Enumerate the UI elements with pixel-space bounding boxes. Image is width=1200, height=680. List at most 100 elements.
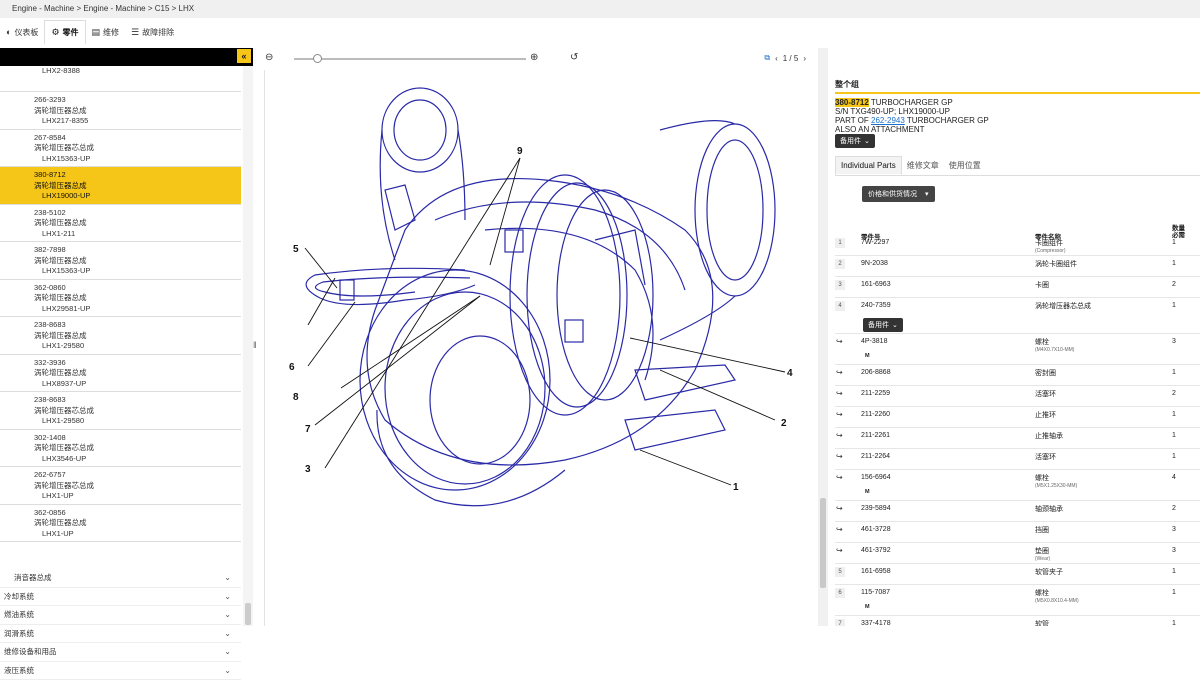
table-row[interactable]: ↪239-5894轴颈轴承2 <box>835 501 1200 522</box>
callout-4[interactable]: 4 <box>787 368 793 379</box>
row-part-number[interactable]: 4P-3818 <box>861 338 887 345</box>
table-row[interactable]: 29N-2038涡轮卡圈组件1 <box>835 256 1200 277</box>
next-page-icon[interactable]: › <box>803 54 806 63</box>
list-item[interactable]: 332-3936 涡轮增压器总成 LHX8937-UP <box>0 355 241 393</box>
sub-item-arrow-icon: ↪ <box>836 337 843 346</box>
prev-page-icon[interactable]: ‹ <box>775 54 778 63</box>
chevron-down-icon: ⌄ <box>224 629 231 638</box>
list-item-pn: 362-0860 <box>34 283 241 294</box>
table-row[interactable]: ↪211-2264活塞环1 <box>835 449 1200 470</box>
list-item-pn: 262-6757 <box>34 470 241 481</box>
row-part-number[interactable]: 156-6964 <box>861 474 891 481</box>
zoom-slider-thumb[interactable] <box>313 54 322 63</box>
system-group[interactable]: 冷却系统⌄ <box>0 588 241 607</box>
detail-tab-0[interactable]: Individual Parts <box>835 156 902 175</box>
callout-9[interactable]: 9 <box>517 146 523 157</box>
callout-5[interactable]: 5 <box>293 244 299 255</box>
list-item[interactable]: 380-8712 涡轮增压器总成 LHX19000-UP <box>0 167 241 205</box>
callout-7[interactable]: 7 <box>305 424 311 435</box>
row-part-number[interactable]: 240-7359 <box>861 302 891 309</box>
callout-6[interactable]: 6 <box>289 362 295 373</box>
list-item[interactable]: 238-5102 涡轮增压器总成 LHX1-211 <box>0 205 241 243</box>
list-item[interactable]: 266-3293 涡轮增压器总成 LHX217-8355 <box>0 92 241 130</box>
row-part-number[interactable]: 161-6963 <box>861 281 891 288</box>
row-part-number[interactable]: 211-2260 <box>861 411 890 418</box>
table-row[interactable]: ↪211-2259活塞环2 <box>835 386 1200 407</box>
row-part-number[interactable]: 337-4178 <box>861 620 891 626</box>
list-item-pn: 238-8683 <box>34 395 241 406</box>
parent-part-link[interactable]: 262-2943 <box>871 116 905 125</box>
row-part-number[interactable]: 461-3792 <box>861 547 891 554</box>
row-part-name-text: 垫圈 <box>1035 548 1049 555</box>
detail-tab-2[interactable]: 使用位置 <box>944 156 986 175</box>
detail-tab-1[interactable]: 维修文章 <box>902 156 944 175</box>
row-part-name: 轴颈轴承 <box>1035 504 1063 514</box>
list-item[interactable]: LHX2-8388 <box>0 66 241 92</box>
options-button[interactable]: 备用件⌄ <box>835 134 875 148</box>
right-scroll-thumb[interactable] <box>820 498 826 588</box>
open-external-icon[interactable]: ⧉ <box>764 53 770 63</box>
sub-item-arrow-icon: ↪ <box>836 452 843 461</box>
system-group[interactable]: 液压系统⌄ <box>0 662 241 680</box>
left-scrollbar[interactable] <box>243 66 253 626</box>
table-row[interactable]: 6115-7087螺栓(M5X0.8X10.4-MM)1M <box>835 585 1200 616</box>
list-item[interactable]: 262-6757 涡轮增压器芯总成 LHX1-UP <box>0 467 241 505</box>
zoom-slider[interactable] <box>294 58 526 60</box>
table-row[interactable]: ↪156-6964螺栓(M5X1.25X30-MM)4M <box>835 470 1200 501</box>
list-item[interactable]: 238-8683 涡轮增压器芯总成 LHX1-29580 <box>0 392 241 430</box>
system-group[interactable]: 燃油系统⌄ <box>0 606 241 625</box>
table-row[interactable]: 3161-6963卡圈2 <box>835 277 1200 298</box>
table-row[interactable]: 7337-4178软管1 <box>835 616 1200 626</box>
left-scroll-thumb[interactable] <box>245 603 251 625</box>
table-row[interactable]: 4240-7359涡轮增压器芯总成1备用件⌄ <box>835 298 1200 334</box>
price-availability-button[interactable]: 价格和供货情况▾ <box>862 186 935 202</box>
callout-3[interactable]: 3 <box>305 464 311 475</box>
list-item[interactable]: 302-1408 涡轮增压器芯总成 LHX3546-UP <box>0 430 241 468</box>
row-part-number[interactable]: 161-6958 <box>861 568 891 575</box>
row-options-button[interactable]: 备用件⌄ <box>863 318 903 332</box>
table-row[interactable]: 17W-2297卡圈组件(Compressor)1 <box>835 235 1200 256</box>
table-row[interactable]: ↪461-3728挡圈3 <box>835 522 1200 543</box>
row-part-number[interactable]: 461-3728 <box>861 526 891 533</box>
tab-0[interactable]: ◐仪表板 <box>0 20 44 44</box>
list-item-sn: LHX1-211 <box>34 229 241 240</box>
system-group[interactable]: 维修设备和用品⌄ <box>0 643 241 662</box>
table-row[interactable]: ↪461-3792垫圈(Wear)3 <box>835 543 1200 564</box>
table-row[interactable]: 5161-6958软管夹子1 <box>835 564 1200 585</box>
list-item[interactable]: 362-0860 涡轮增压器总成 LHX29581-UP <box>0 280 241 318</box>
row-part-number[interactable]: 211-2261 <box>861 432 890 439</box>
table-row[interactable]: ↪206-8868密封圈1 <box>835 365 1200 386</box>
row-part-number[interactable]: 211-2259 <box>861 390 890 397</box>
tab-3[interactable]: ☰故障排除 <box>125 20 180 44</box>
zoom-out-icon[interactable]: ⊖ <box>265 52 273 63</box>
splitter-handle[interactable]: ‖ <box>253 340 257 350</box>
row-part-number[interactable]: 206-8868 <box>861 369 891 376</box>
callout-2[interactable]: 2 <box>781 418 787 429</box>
table-row[interactable]: ↪211-2260止推环1 <box>835 407 1200 428</box>
table-row[interactable]: ↪211-2261止推轴承1 <box>835 428 1200 449</box>
row-part-number[interactable]: 115-7087 <box>861 589 890 596</box>
system-group[interactable]: 润滑系统⌄ <box>0 625 241 644</box>
list-item[interactable]: 362-0856 涡轮增压器总成 LHX1-UP <box>0 505 241 543</box>
reset-view-icon[interactable]: ↺ <box>570 52 578 63</box>
gear-icon: ⚙ <box>51 27 59 38</box>
callout-8[interactable]: 8 <box>293 392 299 403</box>
list-item-name: 涡轮增压器总成 <box>34 181 241 192</box>
row-part-number[interactable]: 211-2264 <box>861 453 890 460</box>
row-part-number[interactable]: 9N-2038 <box>861 260 888 267</box>
list-item[interactable]: 238-8683 涡轮增压器总成 LHX1-29580 <box>0 317 241 355</box>
list-item[interactable]: 267-8584 涡轮增压器芯总成 LHX15363-UP <box>0 130 241 168</box>
tab-1[interactable]: ⚙零件 <box>44 20 85 44</box>
turbocharger-drawing[interactable]: 1 2 3 4 5 6 7 8 9 <box>264 70 816 626</box>
list-item[interactable]: 382-7898 涡轮增压器总成 LHX15363-UP <box>0 242 241 280</box>
system-group[interactable]: 消音器总成⌄ <box>0 569 241 588</box>
chevron-down-icon: ⌄ <box>224 666 231 675</box>
row-part-number[interactable]: 239-5894 <box>861 505 891 512</box>
callout-1[interactable]: 1 <box>733 482 739 493</box>
zoom-in-icon[interactable]: ⊕ <box>530 52 538 63</box>
tab-2[interactable]: ▤维修 <box>86 20 126 44</box>
table-row[interactable]: ↪4P-3818螺栓(M4X0.7X10-MM)3M <box>835 334 1200 365</box>
collapse-panel-button[interactable]: « <box>237 49 251 63</box>
right-scrollbar[interactable] <box>818 48 828 626</box>
row-part-number[interactable]: 7W-2297 <box>861 239 889 246</box>
